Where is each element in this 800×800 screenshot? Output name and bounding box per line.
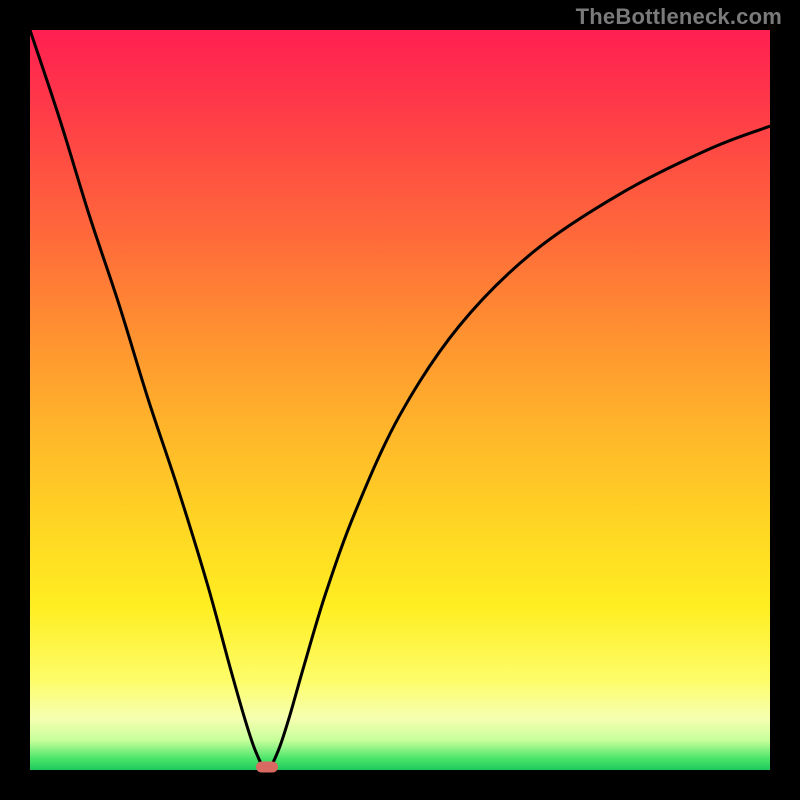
watermark-text: TheBottleneck.com (576, 4, 782, 30)
optimum-marker (256, 762, 278, 773)
bottleneck-curve (30, 30, 770, 770)
chart-frame: TheBottleneck.com (0, 0, 800, 800)
curve-svg-layer (30, 30, 770, 770)
